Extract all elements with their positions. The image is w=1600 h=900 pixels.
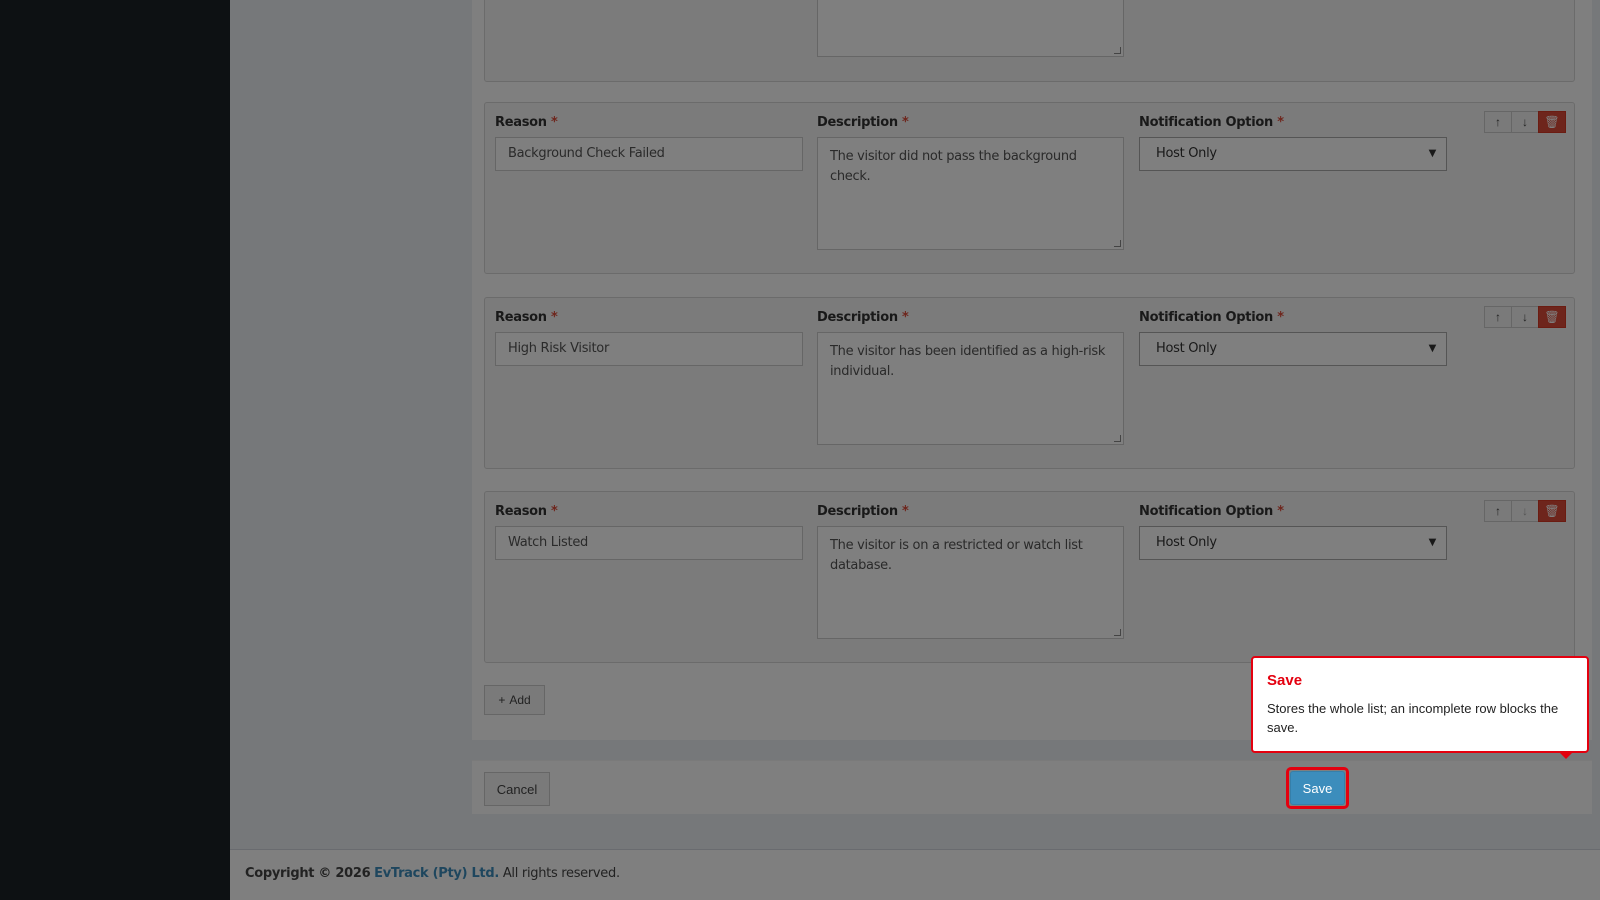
move-down-button[interactable]: ↓: [1511, 111, 1539, 133]
page-footer: Copyright © 2026 EvTrack (Pty) Ltd. All …: [230, 849, 1600, 900]
resize-grip-icon: [1114, 629, 1121, 636]
notification-label: Notification Option *: [1139, 310, 1284, 325]
reason-label: Reason *: [495, 504, 558, 519]
notification-select[interactable]: Host Only ▼: [1139, 332, 1447, 366]
rights-text: All rights reserved.: [502, 866, 620, 881]
chevron-down-icon: ▼: [1428, 148, 1437, 159]
tooltip-body: Stores the whole list; an incomplete row…: [1267, 701, 1559, 735]
add-button[interactable]: + Add: [484, 685, 545, 715]
reason-input[interactable]: High Risk Visitor: [495, 332, 803, 366]
notification-select[interactable]: Host Only ▼: [1139, 137, 1447, 171]
delete-button[interactable]: 🗑: [1538, 500, 1566, 522]
reasons-box: Reason * Background Check Failed Descrip…: [472, 0, 1592, 740]
sidebar: [0, 0, 230, 900]
description-label: Description *: [817, 115, 909, 130]
description-textarea[interactable]: The visitor did not pass the background …: [817, 137, 1124, 250]
description-label: Description *: [817, 310, 909, 325]
row-tools: ↑ ↓ 🗑: [1484, 306, 1566, 328]
move-up-button[interactable]: ↑: [1484, 306, 1512, 328]
notification-label: Notification Option *: [1139, 504, 1284, 519]
move-up-button[interactable]: ↑: [1484, 111, 1512, 133]
reason-label: Reason *: [495, 310, 558, 325]
description-textarea-previous[interactable]: [817, 0, 1124, 57]
move-down-button[interactable]: ↓: [1511, 500, 1539, 522]
cancel-button[interactable]: Cancel: [484, 772, 550, 806]
delete-button[interactable]: 🗑: [1538, 111, 1566, 133]
trash-icon: 🗑: [1544, 504, 1560, 518]
row-tools: ↑ ↓ 🗑: [1484, 500, 1566, 522]
content-area: Reason * Background Check Failed Descrip…: [230, 0, 1600, 900]
add-button-label: Add: [509, 693, 531, 707]
tooltip-title: Save: [1267, 672, 1303, 689]
reason-input[interactable]: Background Check Failed: [495, 137, 803, 171]
plus-icon: +: [498, 693, 506, 707]
resize-grip-icon: [1114, 47, 1121, 54]
row-tools: ↑ ↓ 🗑: [1484, 111, 1566, 133]
delete-button[interactable]: 🗑: [1538, 306, 1566, 328]
description-textarea[interactable]: The visitor has been identified as a hig…: [817, 332, 1124, 445]
description-label: Description *: [817, 504, 909, 519]
reason-input[interactable]: Watch Listed: [495, 526, 803, 560]
form-actions: Cancel: [472, 760, 1592, 814]
reason-row: Reason * Watch Listed Description * The …: [484, 491, 1575, 663]
chevron-down-icon: ▼: [1428, 343, 1437, 354]
reason-row: Reason * Background Check Failed Descrip…: [484, 102, 1575, 274]
chevron-down-icon: ▼: [1428, 537, 1437, 548]
trash-icon: 🗑: [1544, 115, 1560, 129]
notification-select[interactable]: Host Only ▼: [1139, 526, 1447, 560]
description-textarea[interactable]: The visitor is on a restricted or watch …: [817, 526, 1124, 639]
brand-link[interactable]: EvTrack (Pty) Ltd.: [374, 866, 499, 881]
trash-icon: 🗑: [1544, 310, 1560, 324]
tour-tooltip: Save Stores the whole list; an incomplet…: [1251, 656, 1589, 759]
copyright-text: Copyright © 2026: [245, 866, 371, 881]
move-up-button[interactable]: ↑: [1484, 500, 1512, 522]
reason-row-previous: [484, 0, 1575, 82]
reason-row: Reason * High Risk Visitor Description *…: [484, 297, 1575, 469]
reason-label: Reason *: [495, 115, 558, 130]
save-button[interactable]: Save: [1290, 771, 1345, 805]
notification-label: Notification Option *: [1139, 115, 1284, 130]
tooltip-arrow: [1559, 752, 1573, 759]
resize-grip-icon: [1114, 240, 1121, 247]
move-down-button[interactable]: ↓: [1511, 306, 1539, 328]
resize-grip-icon: [1114, 435, 1121, 442]
